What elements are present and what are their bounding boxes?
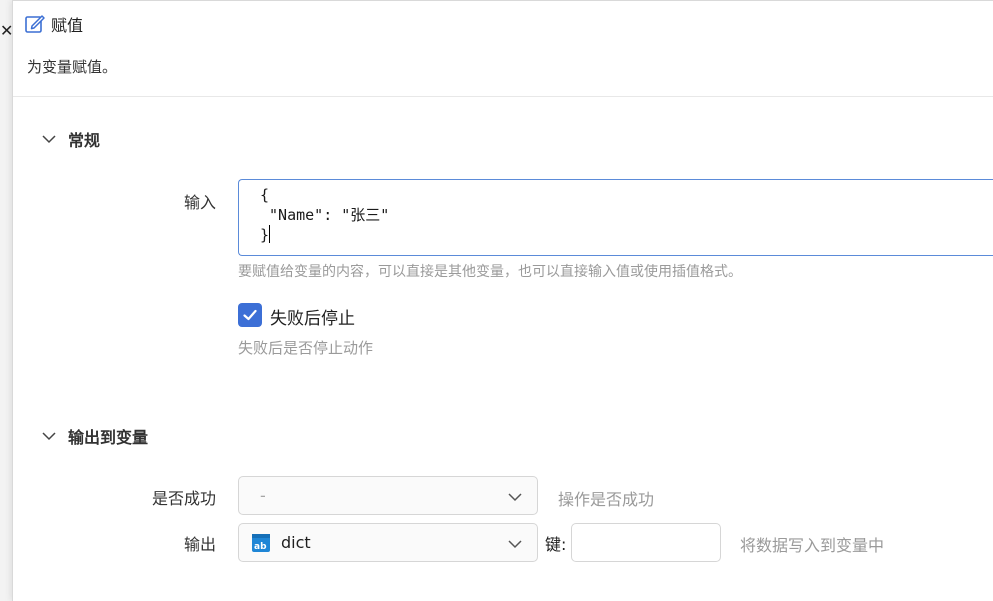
text-caret <box>269 225 271 243</box>
input-line-3: } <box>260 226 270 244</box>
stop-on-failure-hint: 失败后是否停止动作 <box>238 339 374 357</box>
section-output-header[interactable]: 输出到变量 <box>41 424 148 448</box>
input-label: 输入 <box>183 193 216 212</box>
dialog-subtitle: 为变量赋值。 <box>27 58 118 76</box>
section-general-title: 常规 <box>68 131 101 150</box>
dialog-title: 赋值 <box>51 16 84 35</box>
success-hint: 操作是否成功 <box>558 490 655 509</box>
output-variable-select[interactable]: ab dict <box>238 523 538 562</box>
chevron-down-icon <box>42 135 56 144</box>
dialog-header: 赋值 为变量赋值。 <box>13 1 993 97</box>
input-textarea[interactable]: { "Name": "张三" } <box>238 179 993 256</box>
success-select[interactable]: - <box>238 476 538 515</box>
text-variable-icon: ab <box>252 533 270 552</box>
success-select-value: - <box>260 486 266 505</box>
assign-dialog: 赋值 为变量赋值。 常规 输入 { "Name": "张三" } 要赋值给变量的… <box>12 0 993 601</box>
stop-on-failure-checkbox[interactable] <box>238 303 262 327</box>
chevron-down-icon <box>508 493 522 502</box>
svg-text:ab: ab <box>254 542 267 552</box>
output-label: 输出 <box>183 535 216 554</box>
input-hint: 要赋值给变量的内容，可以直接是其他变量，也可以直接输入值或使用插值格式。 <box>238 264 742 280</box>
output-variable-value: dict <box>281 533 311 552</box>
checkmark-icon <box>243 309 257 321</box>
stop-on-failure-label[interactable]: 失败后停止 <box>270 304 355 329</box>
success-label: 是否成功 <box>151 489 216 508</box>
dialog-title-row: 赋值 <box>23 11 83 37</box>
section-general-header[interactable]: 常规 <box>41 127 100 151</box>
key-label: 键: <box>545 535 567 554</box>
input-line-1: { <box>260 186 270 204</box>
chevron-down-icon <box>508 540 522 549</box>
output-hint: 将数据写入到变量中 <box>740 536 885 555</box>
section-output-title: 输出到变量 <box>68 428 149 447</box>
input-line-2: "Name": "张三" <box>260 206 390 224</box>
backdrop-close-icon[interactable]: ✕ <box>0 20 12 42</box>
chevron-down-icon <box>42 432 56 441</box>
key-input[interactable] <box>571 523 721 562</box>
edit-icon <box>25 15 45 33</box>
